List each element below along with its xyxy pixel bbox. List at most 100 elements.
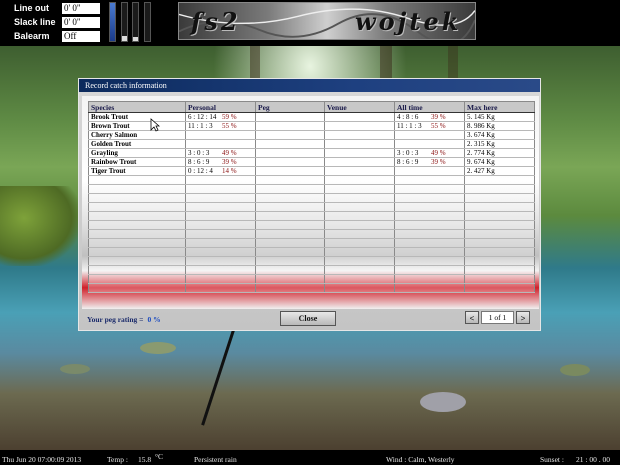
alltime-percent: 49 %	[431, 149, 446, 157]
personal-weight: 6 : 12 : 14	[188, 113, 217, 121]
mouse-pointer-icon	[150, 118, 160, 132]
empty-row	[88, 265, 535, 275]
prev-page-button[interactable]: <	[465, 311, 479, 324]
personal-cell: 11 : 1 : 3 55 %	[185, 121, 256, 131]
alltime-cell: 11 : 1 : 3 55 %	[394, 121, 465, 131]
slack-line-label: Slack line	[14, 17, 56, 27]
max-here-cell: 8. 986 Kg	[464, 121, 535, 131]
species-cell: Golden Trout	[88, 139, 186, 149]
alltime-cell	[394, 130, 465, 140]
balearm-toggle[interactable]: Off	[62, 31, 100, 42]
table-header-row: Species Personal Peg Venue All time Max …	[88, 101, 535, 113]
river-rock	[140, 342, 176, 354]
status-temp-value: 15.8	[138, 455, 152, 464]
empty-row	[88, 184, 535, 194]
species-cell: Grayling	[88, 148, 186, 158]
empty-row	[88, 229, 535, 239]
page-total: of 1	[494, 313, 507, 322]
alltime-percent: 55 %	[431, 122, 446, 130]
table-row[interactable]: Rainbow Trout 8 : 6 : 9 39 % 8 : 6 : 9 39 …	[88, 157, 535, 167]
personal-weight: 0 : 12 : 4	[188, 167, 213, 175]
game-logo: fs2 wojtek	[178, 2, 476, 40]
venue-cell	[324, 148, 395, 158]
species-cell: Brook Trout	[88, 112, 186, 122]
species-cell: Tiger Trout	[88, 166, 186, 176]
page-indicator: 1 of 1	[481, 311, 514, 324]
status-datetime: Thu Jun 20 07:00:09 2013	[2, 455, 82, 464]
max-here-cell: 9. 674 Kg	[464, 157, 535, 167]
personal-cell: 0 : 12 : 4 14 %	[185, 166, 256, 176]
logo-right-text: wojtek	[355, 7, 462, 36]
alltime-weight: 8 : 6 : 9	[397, 158, 419, 166]
max-here-cell: 2. 315 Kg	[464, 139, 535, 149]
drag-meter	[144, 2, 151, 42]
column-header-peg[interactable]: Peg	[255, 101, 325, 113]
personal-percent: 49 %	[222, 149, 237, 157]
peg-cell	[255, 130, 325, 140]
personal-cell	[185, 139, 256, 149]
empty-row	[88, 175, 535, 185]
personal-cell: 6 : 12 : 14 59 %	[185, 112, 256, 122]
dialog-title: Record catch information	[79, 79, 540, 92]
personal-cell: 3 : 0 : 3 49 %	[185, 148, 256, 158]
personal-percent: 55 %	[222, 122, 237, 130]
table-row[interactable]: Grayling 3 : 0 : 3 49 % 3 : 0 : 3 49 % 2. …	[88, 148, 535, 158]
personal-weight: 8 : 6 : 9	[188, 158, 210, 166]
personal-cell: 8 : 6 : 9 39 %	[185, 157, 256, 167]
max-here-cell: 5. 145 Kg	[464, 112, 535, 122]
dialog-footer: Your peg rating = 0 % Close < 1 of 1 >	[79, 311, 540, 331]
species-cell: Rainbow Trout	[88, 157, 186, 167]
status-sunset-label: Sunset :	[540, 455, 564, 464]
slack-line-value: 0' 0"	[62, 17, 100, 28]
max-here-cell: 2. 427 Kg	[464, 166, 535, 176]
column-header-max-here[interactable]: Max here	[464, 101, 535, 113]
personal-weight: 11 : 1 : 3	[188, 122, 213, 130]
table-row[interactable]: Tiger Trout 0 : 12 : 4 14 % 2. 427 Kg	[88, 166, 535, 176]
column-header-all-time[interactable]: All time	[394, 101, 465, 113]
page-current: 1	[488, 313, 493, 322]
max-here-cell: 3. 674 Kg	[464, 130, 535, 140]
status-weather: Persistent rain	[194, 455, 237, 464]
empty-row	[88, 193, 535, 203]
alltime-percent: 39 %	[431, 158, 446, 166]
column-header-personal[interactable]: Personal	[185, 101, 256, 113]
line-out-value: 0' 0"	[62, 3, 100, 14]
peg-cell	[255, 139, 325, 149]
personal-percent: 39 %	[222, 158, 237, 166]
column-header-species[interactable]: Species	[88, 101, 186, 113]
peg-cell	[255, 166, 325, 176]
personal-cell	[185, 130, 256, 140]
alltime-cell: 4 : 8 : 6 39 %	[394, 112, 465, 122]
status-temp-label: Temp :	[107, 455, 128, 464]
venue-cell	[324, 166, 395, 176]
close-button[interactable]: Close	[280, 311, 336, 326]
next-page-button[interactable]: >	[516, 311, 530, 324]
alltime-cell: 3 : 0 : 3 49 %	[394, 148, 465, 158]
venue-cell	[324, 112, 395, 122]
line-tension-meter	[109, 2, 116, 42]
column-header-venue[interactable]: Venue	[324, 101, 395, 113]
peg-cell	[255, 148, 325, 158]
empty-row	[88, 202, 535, 212]
record-catch-dialog: Record catch information Species Persona…	[78, 78, 541, 331]
balearm-label: Balearm	[14, 31, 50, 41]
venue-cell	[324, 139, 395, 149]
rod-strain-meter	[121, 2, 128, 42]
peg-rating: Your peg rating = 0 %	[87, 315, 161, 324]
table-row[interactable]: Golden Trout 2. 315 Kg	[88, 139, 535, 149]
max-here-cell: 2. 774 Kg	[464, 148, 535, 158]
river-rock	[420, 392, 466, 412]
peg-cell	[255, 157, 325, 167]
empty-row	[88, 283, 535, 293]
line-out-label: Line out	[14, 3, 49, 13]
logo-left-text: fs2	[191, 7, 241, 36]
top-hud-bar: Line out 0' 0" Slack line 0' 0" Balearm …	[0, 0, 620, 46]
peg-rating-label: Your peg rating =	[87, 315, 144, 324]
alltime-weight: 11 : 1 : 3	[397, 122, 422, 130]
status-bar: Thu Jun 20 07:00:09 2013 Temp : 15.8 °C …	[0, 450, 620, 465]
peg-cell	[255, 112, 325, 122]
reel-meter	[132, 2, 139, 42]
venue-cell	[324, 130, 395, 140]
alltime-cell	[394, 139, 465, 149]
alltime-percent: 39 %	[431, 113, 446, 121]
